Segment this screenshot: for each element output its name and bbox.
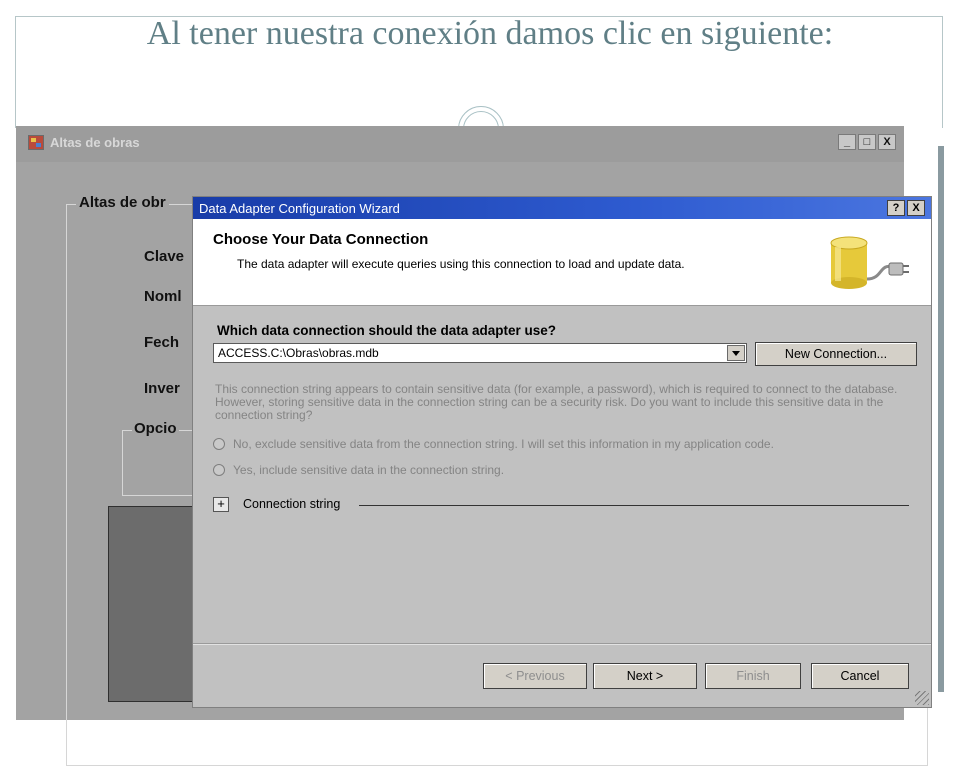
resize-grip-icon[interactable]	[915, 691, 929, 705]
help-button[interactable]: ?	[887, 200, 905, 216]
connection-dropdown[interactable]: ACCESS.C:\Obras\obras.mdb	[213, 343, 747, 363]
background-groupbox-title: Altas de obr	[76, 194, 169, 211]
form-app-icon	[28, 135, 44, 150]
maximize-button[interactable]: □	[858, 134, 876, 150]
database-connection-icon	[830, 236, 909, 289]
close-button[interactable]: X	[878, 134, 896, 150]
chevron-down-icon[interactable]	[727, 345, 745, 361]
cancel-button[interactable]: Cancel	[811, 663, 909, 689]
label-nombre: Noml	[144, 288, 182, 305]
connection-string-divider	[359, 505, 909, 506]
sensitive-data-warning: This connection string appears to contai…	[215, 382, 898, 422]
footer-separator	[193, 643, 931, 645]
wizard-close-button[interactable]: X	[907, 200, 925, 216]
wizard-step-title: Choose Your Data Connection	[213, 231, 429, 248]
connection-question: Which data connection should the data ad…	[217, 323, 557, 338]
slide-right-edge	[938, 146, 944, 692]
wizard-title: Data Adapter Configuration Wizard	[199, 201, 400, 216]
options-groupbox-title: Opcio	[132, 420, 179, 437]
wizard-step-subtitle: The data adapter will execute queries us…	[237, 257, 685, 271]
slide-title: Al tener nuestra conexión damos clic en …	[146, 15, 834, 52]
wizard-titlebar[interactable]: Data Adapter Configuration Wizard ? X	[193, 197, 931, 219]
next-button[interactable]: Next >	[593, 663, 697, 689]
expand-plus-icon[interactable]: +	[213, 497, 229, 512]
background-window-title: Altas de obras	[50, 135, 140, 150]
label-clave: Clave	[144, 248, 185, 265]
radio-include-label: Yes, include sensitive data in the conne…	[233, 463, 505, 477]
radio-button-icon[interactable]	[213, 438, 225, 450]
wizard-header: Choose Your Data Connection The data ada…	[193, 219, 931, 306]
radio-exclude-sensitive[interactable]: No, exclude sensitive data from the conn…	[213, 437, 774, 451]
background-window-titlebar[interactable]: Altas de obras _ □ X	[16, 126, 904, 162]
radio-include-sensitive[interactable]: Yes, include sensitive data in the conne…	[213, 463, 504, 477]
label-inversion: Inver	[144, 380, 180, 397]
minimize-button[interactable]: _	[838, 134, 856, 150]
finish-button[interactable]: Finish	[705, 663, 801, 689]
previous-button[interactable]: < Previous	[483, 663, 587, 689]
radio-button-icon[interactable]	[213, 464, 225, 476]
new-connection-button[interactable]: New Connection...	[755, 342, 917, 366]
radio-exclude-label: No, exclude sensitive data from the conn…	[233, 437, 774, 451]
data-adapter-wizard-dialog[interactable]: Data Adapter Configuration Wizard ? X Ch…	[192, 196, 932, 708]
connection-string-label: Connection string	[243, 497, 341, 511]
connection-dropdown-value: ACCESS.C:\Obras\obras.mdb	[218, 346, 379, 360]
label-fecha: Fech	[144, 334, 180, 351]
